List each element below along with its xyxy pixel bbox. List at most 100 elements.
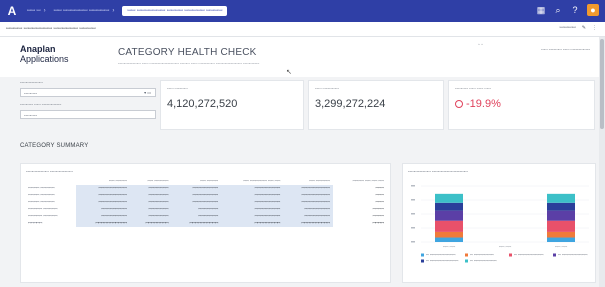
page-subtitle: ꟷꟷꟷꟷꟷꟷꟷ ꟷꟷ ꟷꟷꟷꟷꟷꟷꟷꟷꟷ ꟷꟷꟷ ꟷꟷ ꟷꟷꟷꟷꟷ ꟷꟷꟷꟷꟷꟷ… (118, 61, 260, 66)
share-button[interactable]: ꟷꟷꟷꟷ (560, 25, 576, 31)
page-title: CATEGORY HEALTH CHECK (118, 47, 257, 58)
table-cell[interactable]: ꟷꟷꟷꟷꟷꟷꟷ (171, 213, 222, 220)
table-cell[interactable]: ꟷꟷꟷꟷꟷꟷꟷꟷꟷ (171, 192, 222, 199)
table-cell[interactable]: ꟷꟷꟷꟷꟷꟷꟷꟷꟷ (76, 213, 130, 220)
chevron-right-icon: › (112, 8, 115, 14)
bar-segment (435, 237, 463, 242)
page-selector[interactable]: ꟷꟷꟷꟷ ꟷꟷꟷꟷꟷꟷꟷ ꟷꟷꟷꟷꟷꟷ ꟷꟷꟷꟷ (6, 26, 96, 32)
row-label[interactable]: ꟷꟷꟷꟷꟷ ꟷꟷꟷꟷꟷ (25, 213, 76, 220)
table-cell[interactable]: ꟷꟷꟷꟷꟷꟷꟷ (129, 206, 172, 213)
more-icon[interactable]: ⋮ (592, 25, 597, 31)
column-header[interactable]: ꟷꟷ ꟷꟷꟷꟷ (76, 178, 130, 185)
stacked-bar-chart: ꟷꟷ ꟷꟷ ꟷꟷ ꟷꟷ ꟷꟷ ꟷꟷꟷ ꟷꟷꟷꟷꟷꟷꟷꟷꟷ ꟷ ꟷꟷꟷꟷꟷꟷꟷ ꟷ ꟷꟷꟷ… (411, 185, 589, 263)
y-tick-label (411, 227, 415, 229)
table-cell[interactable]: ꟷꟷꟷꟷꟷꟷꟷ (171, 206, 222, 213)
table-cell[interactable]: ꟷꟷꟷꟷꟷꟷꟷꟷꟷ (76, 206, 130, 213)
table-cell[interactable]: ꟷꟷꟷ (333, 192, 387, 199)
page-subbar: ꟷꟷꟷꟷ ꟷꟷꟷꟷꟷꟷꟷ ꟷꟷꟷꟷꟷꟷ ꟷꟷꟷꟷ ꟷꟷꟷꟷ ✎ ⋮ (0, 22, 605, 37)
table-cell[interactable]: ꟷꟷꟷꟷꟷꟷꟷꟷꟷ (221, 185, 284, 192)
table-row[interactable]: ꟷꟷꟷꟷ ꟷꟷꟷꟷꟷ ꟷꟷꟷꟷꟷꟷꟷꟷꟷꟷ ꟷꟷꟷꟷꟷꟷꟷ ꟷꟷꟷꟷꟷꟷꟷꟷꟷ ꟷꟷꟷꟷ… (25, 199, 387, 206)
legend-label: ꟷ ꟷꟷꟷꟷꟷꟷꟷꟷꟷ (426, 253, 456, 257)
column-header[interactable] (25, 178, 76, 185)
kpi-card: ꟷꟷ ꟷꟷꟷꟷꟷ 3,299,272,224 (308, 80, 444, 130)
scrollbar-thumb[interactable] (600, 39, 604, 129)
row-label[interactable]: ꟷꟷꟷꟷ ꟷꟷꟷꟷꟷ (25, 185, 76, 192)
table-total-row[interactable]: ꟷꟷꟷꟷꟷ ꟷꟷꟷꟷꟷꟷꟷꟷꟷꟷꟷ ꟷꟷꟷꟷꟷꟷꟷꟷ ꟷꟷꟷꟷꟷꟷꟷꟷꟷꟷ ꟷꟷꟷꟷꟷꟷ… (25, 220, 387, 227)
breadcrumb-workspace[interactable]: ꟷꟷ ꟷꟷꟷꟷꟷꟷ ꟷꟷꟷꟷꟷ (54, 8, 110, 14)
bar-segment (547, 193, 575, 203)
category-summary-table-panel: ꟷꟷꟷꟷꟷꟷꟷ ꟷꟷꟷꟷꟷꟷꟷ ꟷꟷ ꟷꟷꟷꟷ ꟷꟷ ꟷꟷꟷꟷꟷ ꟷꟷ ꟷꟷꟷꟷ… (20, 163, 391, 283)
table-cell[interactable]: ꟷꟷꟷꟷꟷꟷꟷꟷꟷ (221, 199, 284, 206)
legend-swatch (421, 253, 424, 257)
table-header-row: ꟷꟷ ꟷꟷꟷꟷ ꟷꟷ ꟷꟷꟷꟷꟷ ꟷꟷ ꟷꟷꟷꟷ ꟷꟷ ꟷꟷꟷꟷꟷꟷ ꟷꟷ ꟷꟷ… (25, 178, 387, 185)
table-cell[interactable]: ꟷꟷꟷꟷꟷꟷꟷ (129, 199, 172, 206)
table-cell[interactable]: ꟷꟷꟷꟷꟷꟷꟷꟷꟷꟷ (283, 220, 334, 227)
page-scrollbar[interactable] (599, 37, 605, 287)
row-label[interactable]: ꟷꟷꟷꟷ ꟷꟷꟷꟷꟷ (25, 199, 76, 206)
summary-table: ꟷꟷ ꟷꟷꟷꟷ ꟷꟷ ꟷꟷꟷꟷꟷ ꟷꟷ ꟷꟷꟷꟷ ꟷꟷ ꟷꟷꟷꟷꟷꟷ ꟷꟷ ꟷꟷ… (25, 178, 387, 227)
user-icon[interactable]: ● (587, 4, 599, 16)
row-label[interactable]: ꟷꟷꟷꟷ ꟷꟷꟷꟷꟷ (25, 192, 76, 199)
table-cell[interactable]: ꟷꟷꟷꟷꟷꟷꟷꟷꟷꟷ (283, 185, 334, 192)
trend-down-icon (455, 100, 463, 109)
table-cell[interactable]: ꟷꟷꟷꟷꟷꟷꟷ (129, 192, 172, 199)
column-header[interactable]: ꟷꟷ ꟷꟷꟷꟷꟷ (130, 178, 172, 185)
table-cell[interactable]: ꟷꟷꟷꟷꟷꟷꟷꟷꟷꟷ (283, 199, 334, 206)
table-cell[interactable]: ꟷꟷꟷꟷꟷꟷꟷꟷꟷꟷ (76, 192, 130, 199)
legend-swatch (553, 253, 556, 257)
table-cell[interactable]: ꟷꟷꟷꟷꟷꟷꟷꟷꟷꟷ (171, 220, 222, 227)
table-row[interactable]: ꟷꟷꟷꟷꟷ ꟷꟷꟷꟷꟷ ꟷꟷꟷꟷꟷꟷꟷꟷꟷ ꟷꟷꟷꟷꟷꟷꟷ ꟷꟷꟷꟷꟷꟷꟷ ꟷꟷꟷꟷꟷꟷ… (25, 213, 387, 220)
table-cell[interactable]: ꟷꟷꟷꟷꟷꟷꟷꟷꟷ (171, 185, 222, 192)
table-row[interactable]: ꟷꟷꟷꟷ ꟷꟷꟷꟷꟷ ꟷꟷꟷꟷꟷꟷꟷꟷꟷꟷ ꟷꟷꟷꟷꟷꟷꟷ ꟷꟷꟷꟷꟷꟷꟷꟷꟷ ꟷꟷꟷꟷ… (25, 185, 387, 192)
y-tick-label (411, 241, 415, 243)
table-cell[interactable]: ꟷꟷꟷꟷꟷꟷꟷꟷꟷ (221, 213, 284, 220)
legend-label: ꟷ ꟷꟷꟷꟷꟷꟷꟷ (470, 253, 494, 257)
anaplan-logo-icon[interactable]: A (5, 4, 19, 18)
table-cell[interactable]: ꟷꟷꟷꟷꟷꟷꟷꟷꟷꟷꟷ (76, 220, 130, 227)
help-icon[interactable]: ? (570, 4, 580, 16)
table-cell[interactable]: ꟷꟷꟷꟷꟷꟷꟷꟷ (129, 220, 172, 227)
bar-segment (547, 231, 575, 238)
y-tick-label (411, 199, 415, 201)
table-row[interactable]: ꟷꟷꟷꟷꟷ ꟷꟷꟷꟷꟷ ꟷꟷꟷꟷꟷꟷꟷꟷꟷ ꟷꟷꟷꟷꟷꟷꟷ ꟷꟷꟷꟷꟷꟷꟷ ꟷꟷꟷꟷꟷꟷ… (25, 206, 387, 213)
table-cell[interactable]: ꟷꟷꟷꟷꟷꟷꟷꟷꟷꟷ (76, 185, 130, 192)
grid-icon[interactable]: ▦ (536, 4, 546, 16)
filter-label: ꟷꟷꟷꟷꟷꟷꟷ (20, 80, 43, 85)
kpi-card: ꟷꟷ ꟷꟷꟷꟷ 4,120,272,520 (160, 80, 304, 130)
table-cell[interactable]: ꟷꟷꟷꟷꟷꟷꟷꟷꟷ (171, 199, 222, 206)
column-header[interactable]: ꟷꟷ ꟷꟷꟷꟷ (171, 178, 221, 185)
column-header[interactable]: ꟷꟷ ꟷꟷꟷꟷꟷꟷ ꟷꟷ ꟷꟷ (221, 178, 283, 185)
filter-input[interactable]: ꟷꟷꟷꟷ (20, 110, 156, 119)
table-cell[interactable]: ꟷꟷꟷ (333, 199, 387, 206)
breadcrumb-current-page[interactable]: ꟷꟷ ꟷꟷꟷꟷꟷꟷꟷ ꟷꟷꟷꟷ ꟷꟷꟷꟷꟷ ꟷꟷꟷꟷ (122, 6, 228, 16)
table-cell[interactable]: ꟷꟷꟷꟷꟷꟷꟷꟷꟷꟷ (76, 199, 130, 206)
search-icon[interactable]: ⌕ (553, 4, 563, 16)
table-cell[interactable]: ꟷꟷꟷꟷꟷꟷꟷꟷꟷꟷ (283, 192, 334, 199)
topbar-icons: ▦ ⌕ ? ● (536, 4, 599, 16)
table-cell[interactable]: ꟷꟷꟷꟷ (333, 206, 387, 213)
mouse-cursor-icon: ↖ (286, 69, 292, 76)
table-cell[interactable]: ꟷꟷꟷꟷꟷꟷꟷꟷꟷ (221, 206, 284, 213)
legend-swatch (421, 259, 424, 263)
legend-swatch (465, 253, 468, 257)
row-label[interactable]: ꟷꟷꟷꟷꟷ ꟷꟷꟷꟷꟷ (25, 206, 76, 213)
table-cell[interactable]: ꟷꟷꟷꟷꟷꟷꟷꟷꟷ (221, 220, 284, 227)
filter-dropdown[interactable]: ꟷꟷꟷꟷ ▾ ▭ (20, 88, 156, 97)
table-cell[interactable]: ꟷꟷꟷꟷꟷꟷꟷ (129, 185, 172, 192)
table-cell[interactable]: ꟷꟷꟷꟷꟷꟷꟷ (129, 213, 172, 220)
column-header[interactable]: ꟷꟷ ꟷꟷꟷꟷꟷ (283, 178, 333, 185)
table-row[interactable]: ꟷꟷꟷꟷ ꟷꟷꟷꟷꟷ ꟷꟷꟷꟷꟷꟷꟷꟷꟷꟷ ꟷꟷꟷꟷꟷꟷꟷ ꟷꟷꟷꟷꟷꟷꟷꟷꟷ ꟷꟷꟷꟷ… (25, 192, 387, 199)
edit-icon[interactable]: ✎ (582, 25, 586, 31)
header-link[interactable]: ꟷꟷ ꟷꟷꟷꟷ ꟷꟷ ꟷꟷꟷꟷꟷꟷ (541, 47, 590, 53)
column-header[interactable]: ꟷꟷꟷꟷ ꟷꟷ ꟷꟷ ꟷꟷ (333, 178, 387, 185)
row-label[interactable]: ꟷꟷꟷꟷꟷ (25, 220, 76, 227)
table-cell[interactable]: ꟷꟷꟷꟷ (333, 220, 387, 227)
breadcrumb-home[interactable]: ꟷꟷ ꟷ (27, 8, 41, 14)
table-cell[interactable]: ꟷꟷꟷꟷꟷꟷꟷꟷꟷ (283, 206, 334, 213)
table-cell[interactable]: ꟷꟷꟷꟷꟷꟷꟷꟷꟷ (283, 213, 334, 220)
table-cell[interactable]: ꟷꟷꟷ (333, 185, 387, 192)
kpi-label: ꟷꟷ ꟷꟷꟷꟷ (167, 86, 188, 91)
table-cell[interactable]: ꟷꟷꟷꟷ (333, 213, 387, 220)
filter-label: ꟷꟷꟷꟷ ꟷꟷ ꟷꟷꟷꟷꟷꟷ (20, 102, 62, 107)
table-cell[interactable]: ꟷꟷꟷꟷꟷꟷꟷꟷꟷ (221, 192, 284, 199)
